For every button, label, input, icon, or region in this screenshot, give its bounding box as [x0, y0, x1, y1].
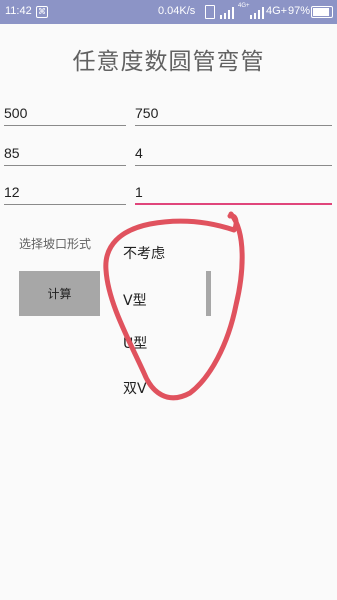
input-underline: [135, 165, 332, 166]
network-type-small: 4G+: [238, 3, 250, 9]
input-row1-right[interactable]: 750: [135, 96, 332, 126]
input-value: 1: [135, 184, 143, 200]
input-row1-left[interactable]: 500: [4, 96, 126, 126]
signal-icon-2: [250, 7, 264, 19]
battery-percent: 97%: [288, 5, 311, 17]
bevel-dropdown-menu: 不考虑 V型 U型 双V: [104, 226, 206, 400]
dropdown-option-none[interactable]: 不考虑: [123, 243, 165, 263]
input-underline: [4, 204, 126, 205]
input-value: 750: [135, 105, 159, 121]
page-title: 任意度数圆管弯管: [72, 49, 265, 75]
net-speed: 0.04K/s: [158, 5, 196, 17]
notification-icon: ⌘: [36, 6, 48, 18]
signal-icon: [220, 7, 234, 19]
dropdown-option-double-v[interactable]: 双V: [123, 378, 147, 398]
status-bar: 11:42 ⌘ 0.04K/s 4G+ 4G+ 97%: [0, 0, 337, 24]
calculate-button[interactable]: 计算: [19, 271, 100, 316]
input-underline-focused: [135, 203, 332, 205]
input-underline: [4, 125, 126, 126]
input-row2-right[interactable]: 4: [135, 136, 332, 166]
network-type: 4G+: [266, 5, 288, 17]
dropdown-option-u[interactable]: U型: [123, 333, 147, 353]
input-underline: [135, 125, 332, 126]
battery-icon: [311, 6, 333, 18]
status-time: 11:42: [5, 5, 32, 17]
input-value: 12: [4, 184, 20, 200]
input-value: 4: [135, 145, 143, 161]
input-row3-left[interactable]: 12: [4, 175, 126, 205]
vibrate-icon: [205, 5, 215, 19]
input-value: 500: [4, 105, 28, 121]
input-underline: [4, 165, 126, 166]
input-row2-left[interactable]: 85: [4, 136, 126, 166]
dropdown-option-v[interactable]: V型: [123, 290, 147, 310]
bevel-type-label: 选择坡口形式: [19, 237, 92, 251]
input-row3-right[interactable]: 1: [135, 175, 332, 205]
input-value: 85: [4, 145, 20, 161]
